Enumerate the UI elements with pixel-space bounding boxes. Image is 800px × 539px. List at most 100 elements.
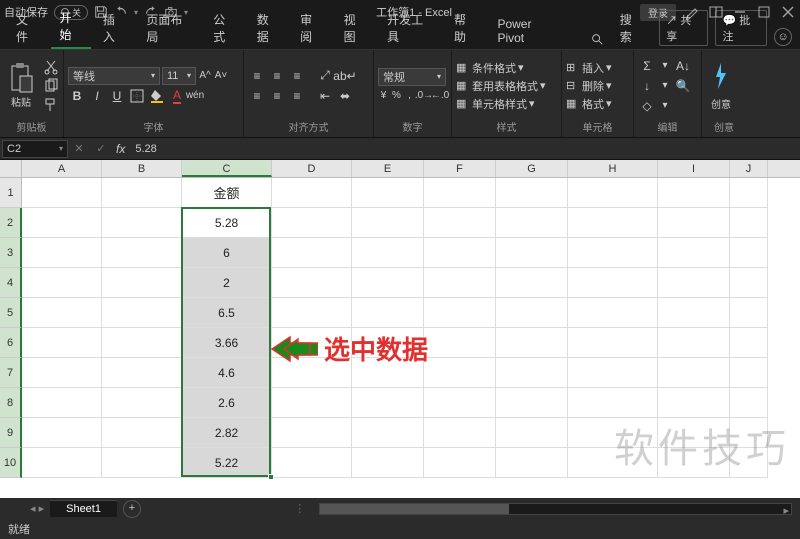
cell-J8[interactable] [730,388,768,418]
find-icon[interactable]: 🔍 [674,77,692,95]
cell-C2[interactable]: 5.28 [182,208,272,238]
cell-A4[interactable] [22,268,102,298]
worksheet[interactable]: ABCDEFGHIJ 12345678910 金额5.28626.53.664.… [0,160,800,498]
cell-G8[interactable] [496,388,568,418]
cell-I3[interactable] [658,238,730,268]
col-header-F[interactable]: F [424,160,496,177]
cell-B7[interactable] [102,358,182,388]
merge-icon[interactable]: ⬌ [336,87,354,105]
cell-H3[interactable] [568,238,658,268]
cell-I5[interactable] [658,298,730,328]
decrease-font-icon[interactable]: A˅ [214,68,228,84]
cell-A10[interactable] [22,448,102,478]
fx-icon[interactable]: fx [112,142,129,156]
decrease-indent-icon[interactable]: ⇤ [316,87,334,105]
cell-J6[interactable] [730,328,768,358]
cell-J7[interactable] [730,358,768,388]
increase-decimal-icon[interactable]: .0→ [417,88,431,104]
cell-B4[interactable] [102,268,182,298]
cell-E4[interactable] [352,268,424,298]
cell-E5[interactable] [352,298,424,328]
cell-H7[interactable] [568,358,658,388]
undo-icon[interactable] [114,5,128,19]
cell-J1[interactable] [730,178,768,208]
col-header-B[interactable]: B [102,160,182,177]
cell-A8[interactable] [22,388,102,418]
tab-developer[interactable]: 开发工具 [379,7,442,49]
row-header-10[interactable]: 10 [0,448,22,478]
cell-F4[interactable] [424,268,496,298]
cell-G5[interactable] [496,298,568,328]
cell-E6[interactable] [352,328,424,358]
cell-H6[interactable] [568,328,658,358]
cell-F8[interactable] [424,388,496,418]
cell-G10[interactable] [496,448,568,478]
row-header-4[interactable]: 4 [0,268,22,298]
row-header-8[interactable]: 8 [0,388,22,418]
cell-F10[interactable] [424,448,496,478]
align-middle-icon[interactable]: ≡ [268,67,286,85]
align-bottom-icon[interactable]: ≡ [288,67,306,85]
select-all-corner[interactable] [0,160,22,177]
sort-filter-icon[interactable]: A↓ [674,57,692,75]
cell-D3[interactable] [272,238,352,268]
copy-icon[interactable] [43,78,59,94]
cell-E2[interactable] [352,208,424,238]
col-header-A[interactable]: A [22,160,102,177]
align-top-icon[interactable]: ≡ [248,67,266,85]
col-header-D[interactable]: D [272,160,352,177]
cell-C4[interactable]: 2 [182,268,272,298]
cell-D4[interactable] [272,268,352,298]
cell-E9[interactable] [352,418,424,448]
row-header-6[interactable]: 6 [0,328,22,358]
maximize-icon[interactable] [756,4,772,20]
tab-file[interactable]: 文件 [8,7,47,49]
font-size-select[interactable]: 11▾ [162,67,196,85]
cell-A9[interactable] [22,418,102,448]
col-header-I[interactable]: I [658,160,730,177]
tab-powerpivot[interactable]: Power Pivot [489,13,568,49]
cell-H5[interactable] [568,298,658,328]
cell-G2[interactable] [496,208,568,238]
row-header-3[interactable]: 3 [0,238,22,268]
cell-A3[interactable] [22,238,102,268]
cell-H2[interactable] [568,208,658,238]
cell-D10[interactable] [272,448,352,478]
sheet-nav[interactable]: ◂ ▸ [30,502,44,515]
tab-formulas[interactable]: 公式 [205,7,244,49]
cell-F3[interactable] [424,238,496,268]
cell-C6[interactable]: 3.66 [182,328,272,358]
add-sheet-button[interactable]: + [123,500,141,518]
cell-E1[interactable] [352,178,424,208]
cell-F5[interactable] [424,298,496,328]
horizontal-scrollbar[interactable]: ◂▸ [319,503,792,515]
name-box[interactable]: C2▾ [2,140,68,158]
currency-icon[interactable]: ¥ [378,88,389,104]
col-header-G[interactable]: G [496,160,568,177]
cell-B2[interactable] [102,208,182,238]
cell-A5[interactable] [22,298,102,328]
row-header-1[interactable]: 1 [0,178,22,208]
orientation-icon[interactable]: ⤢ [316,67,334,85]
cell-G6[interactable] [496,328,568,358]
cell-I6[interactable] [658,328,730,358]
cell-D7[interactable] [272,358,352,388]
tab-home[interactable]: 开始 [51,5,90,49]
row-header-9[interactable]: 9 [0,418,22,448]
cell-G3[interactable] [496,238,568,268]
cell-H1[interactable] [568,178,658,208]
row-header-7[interactable]: 7 [0,358,22,388]
paste-button[interactable]: 粘贴 [4,62,38,109]
cell-J4[interactable] [730,268,768,298]
cell-B8[interactable] [102,388,182,418]
save-icon[interactable] [94,5,108,19]
align-right-icon[interactable]: ≡ [288,87,306,105]
pen-icon[interactable] [684,4,700,20]
search-label[interactable]: 搜索 [612,7,651,49]
font-name-select[interactable]: 等线▾ [68,67,160,85]
cell-H4[interactable] [568,268,658,298]
close-icon[interactable] [780,4,796,20]
format-as-table-button[interactable]: ▦套用表格格式▾ [456,78,546,94]
search-icon[interactable] [590,32,604,49]
sheet-tab-active[interactable]: Sheet1 [50,500,117,517]
